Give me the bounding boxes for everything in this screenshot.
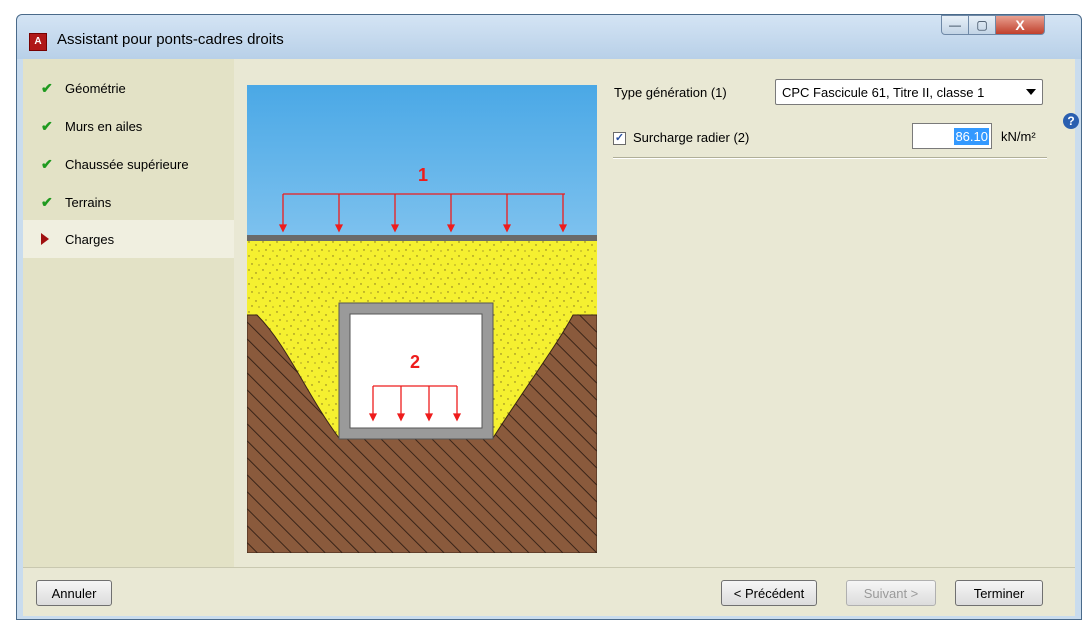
close-icon: X [1015,17,1025,33]
step-label: Terrains [65,194,112,210]
help-icon[interactable]: ? [1063,113,1079,129]
minimize-icon: — [949,18,961,32]
step-murs-en-ailes[interactable]: ✔ Murs en ailes [23,107,234,145]
type-generation-select[interactable]: CPC Fascicule 61, Titre II, classe 1 [775,79,1043,105]
checkmark-icon: ✔ [41,193,53,210]
load-label-1: 1 [418,165,428,185]
maximize-icon: ▢ [976,18,988,32]
step-label: Charges [65,231,115,247]
step-chaussee-superieure[interactable]: ✔ Chaussée supérieure [23,145,234,183]
checkmark-icon: ✔ [41,117,53,134]
road-surface [247,235,597,241]
close-button[interactable]: X [995,15,1045,35]
steps-sidebar: ✔ Géométrie ✔ Murs en ailes ✔ Chaussée s… [23,59,234,567]
finish-button[interactable]: Terminer [955,580,1043,606]
chevron-down-icon [1026,89,1036,95]
wizard-footer: Annuler < Précédent Suivant > Terminer [23,567,1075,616]
surcharge-unit: kN/m² [1001,129,1036,144]
next-button[interactable]: Suivant > [846,580,936,606]
window-title: Assistant pour ponts-cadres droits [57,31,284,48]
step-label: Chaussée supérieure [65,156,189,172]
current-step-arrow-icon [41,233,49,245]
type-generation-value: CPC Fascicule 61, Titre II, classe 1 [782,85,985,100]
wizard-window: A Assistant pour ponts-cadres droits — ▢… [16,14,1082,620]
checkmark-icon: ✔ [41,155,53,172]
minimize-button[interactable]: — [941,15,969,35]
checkmark-icon: ✔ [41,79,53,96]
app-icon: A [29,33,47,51]
step-geometrie[interactable]: ✔ Géométrie [23,69,234,107]
load-diagram: 1 2 [247,85,597,553]
load-label-2: 2 [410,352,420,372]
maximize-button[interactable]: ▢ [968,15,996,35]
title-bar[interactable]: A Assistant pour ponts-cadres droits — ▢… [17,15,1081,59]
previous-button[interactable]: < Précédent [721,580,817,606]
surcharge-radier-value: 86.10 [954,128,989,145]
surcharge-radier-checkbox[interactable]: ✓ [613,132,626,145]
step-label: Murs en ailes [65,118,143,134]
type-generation-label: Type génération (1) [614,85,727,100]
form-separator [613,157,1047,159]
wizard-content: ✔ Géométrie ✔ Murs en ailes ✔ Chaussée s… [23,59,1079,567]
step-charges[interactable]: Charges [23,220,234,258]
surcharge-radier-label: Surcharge radier (2) [633,130,750,145]
step-label: Géométrie [65,80,126,96]
step-terrains[interactable]: ✔ Terrains [23,183,234,221]
cancel-button[interactable]: Annuler [36,580,112,606]
surcharge-radier-input[interactable]: 86.10 [912,123,992,149]
